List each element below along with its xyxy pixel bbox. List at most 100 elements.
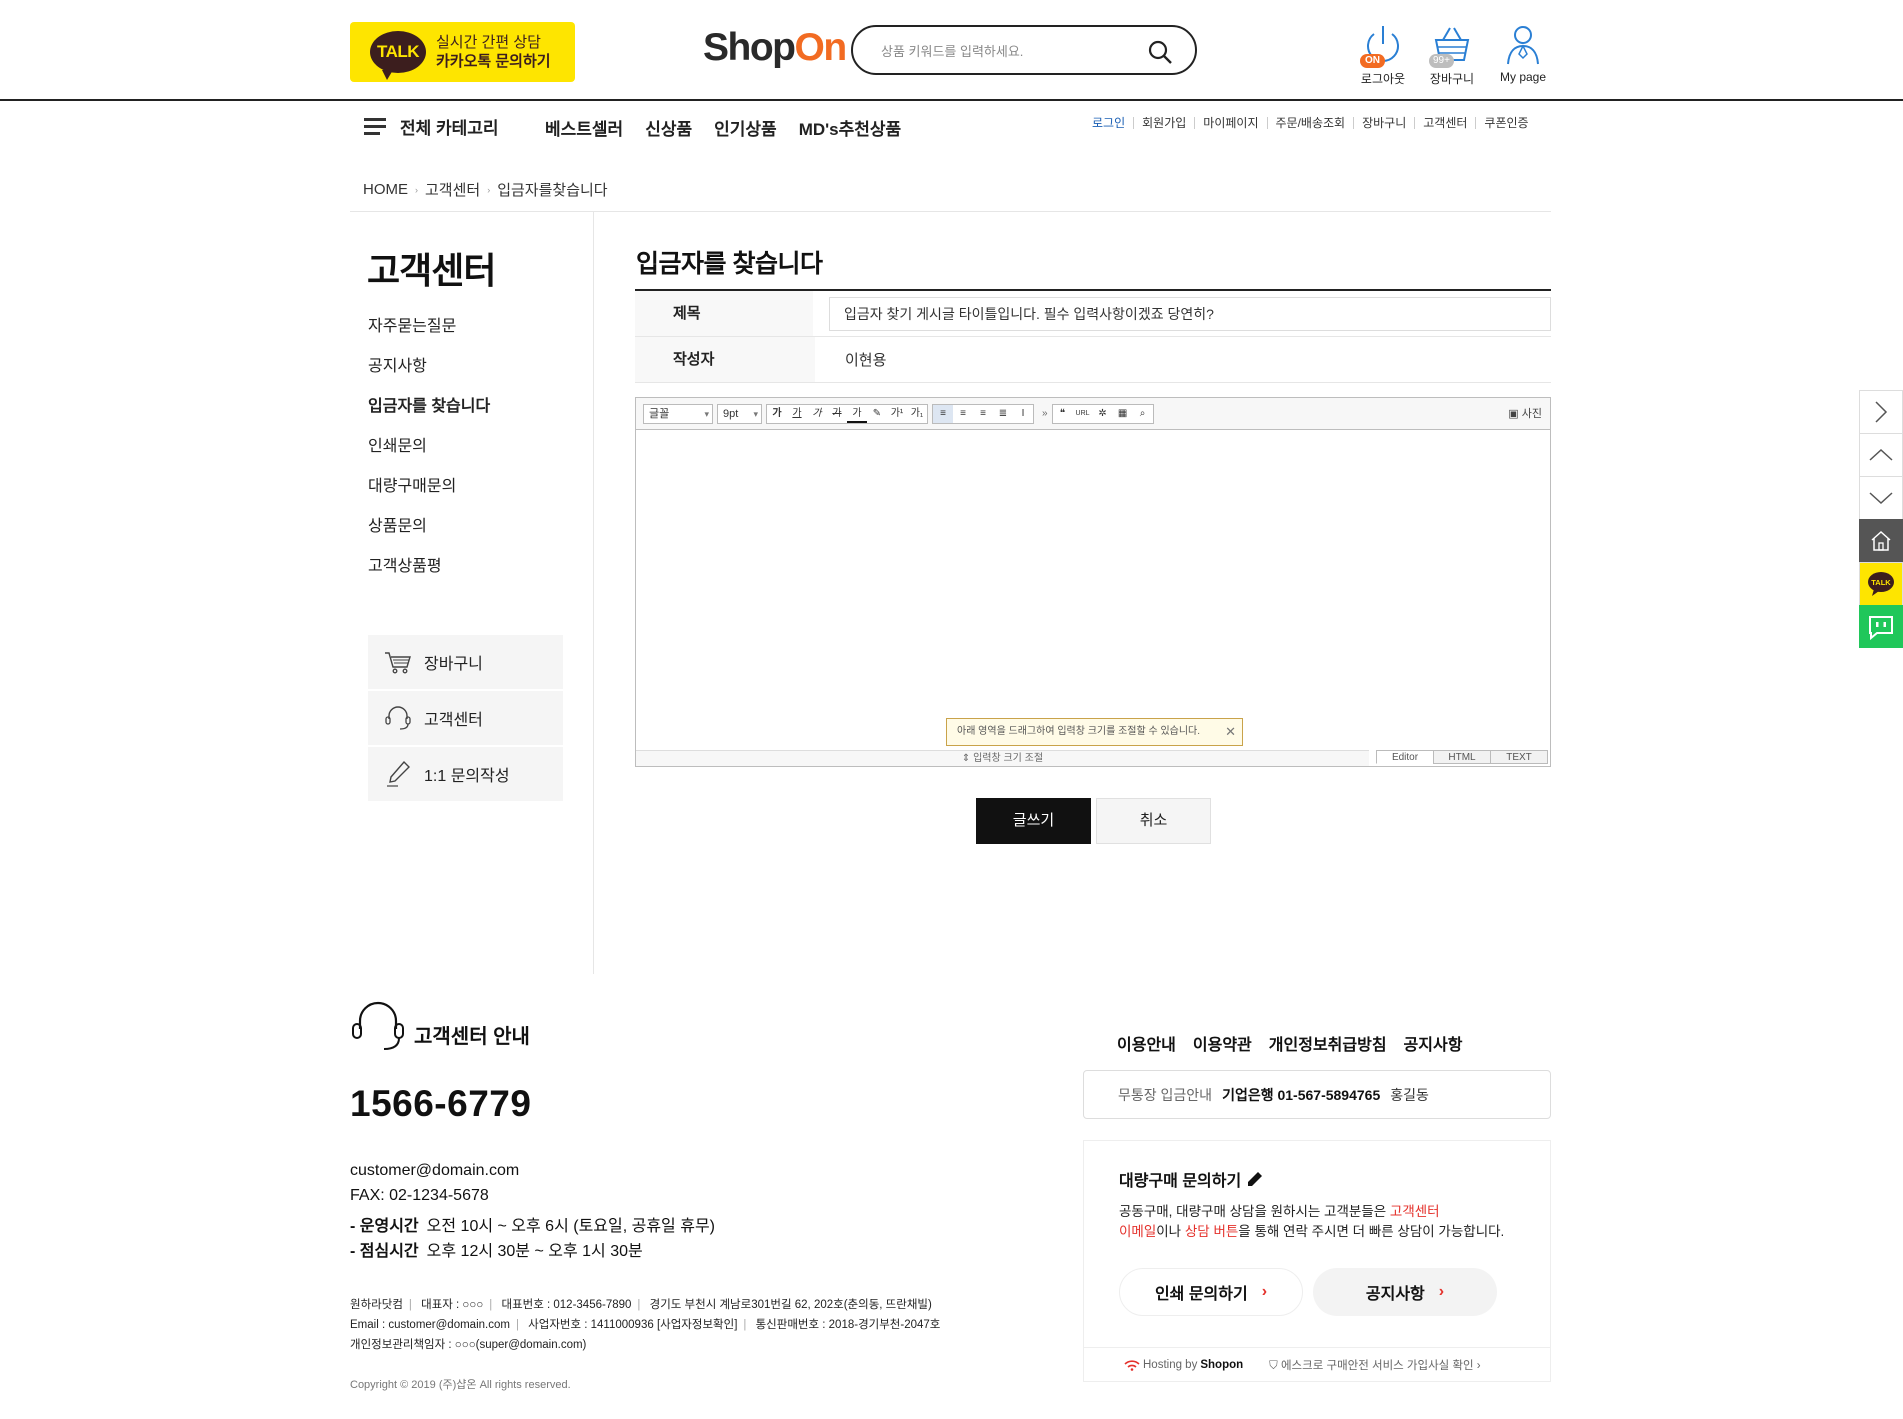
sidebar-item-faq[interactable]: 자주묻는질문 [368, 316, 490, 356]
util-customer-center[interactable]: 고객센터 [1414, 117, 1475, 129]
sidebar-menu: 자주묻는질문 공지사항 입금자를 찾습니다 인쇄문의 대량구매문의 상품문의 고… [368, 316, 490, 596]
submit-button[interactable]: 글쓰기 [976, 798, 1091, 844]
util-order-tracking[interactable]: 주문/배송조회 [1266, 117, 1354, 129]
superscript-button[interactable]: 가¹ [887, 405, 907, 423]
bulk-desc-email-link[interactable]: 이메일 [1119, 1224, 1156, 1239]
float-collapse[interactable] [1859, 390, 1903, 433]
subscript-button[interactable]: 가₁ [907, 405, 927, 423]
breadcrumb-home[interactable]: HOME [363, 181, 408, 198]
util-coupon[interactable]: 쿠폰인증 [1475, 117, 1536, 129]
highlight-icon[interactable]: ✎ [867, 405, 887, 423]
float-scroll-bottom[interactable] [1859, 476, 1903, 519]
sidebar-item-bulk-inquiry[interactable]: 대량구매문의 [368, 476, 490, 516]
wifi-icon [1124, 1360, 1140, 1371]
sidebar-item-print-inquiry[interactable]: 인쇄문의 [368, 436, 490, 476]
quote-icon[interactable]: ❝ [1053, 405, 1073, 423]
align-left-icon[interactable]: ≡ [933, 404, 953, 423]
font-size-select[interactable]: 9pt [717, 403, 762, 424]
menu-icon [364, 117, 386, 136]
hours-value: 오전 10시 ~ 오후 6시 (토요일, 공휴일 휴무) [426, 1218, 715, 1235]
breadcrumb-customer-center[interactable]: 고객센터 [425, 179, 480, 200]
hosting-brand[interactable]: Shopon [1200, 1359, 1243, 1371]
tab-text[interactable]: TEXT [1490, 750, 1548, 764]
search-icon[interactable] [1147, 39, 1173, 65]
util-login[interactable]: 로그인 [1092, 117, 1133, 129]
tab-editor[interactable]: Editor [1376, 750, 1434, 764]
footer-link-guide[interactable]: 이용안내 [1117, 1031, 1176, 1055]
align-right-icon[interactable]: ≡ [973, 405, 993, 423]
nav-md-picks[interactable]: MD's추천상품 [799, 115, 902, 140]
sidebar-item-product-inquiry[interactable]: 상품문의 [368, 516, 490, 556]
align-center-icon[interactable]: ≡ [953, 405, 973, 423]
sidebar-item-notice[interactable]: 공지사항 [368, 356, 490, 396]
sidebar-item-find-depositor[interactable]: 입금자를 찾습니다 [368, 396, 490, 436]
footer-link-terms[interactable]: 이용약관 [1193, 1031, 1252, 1055]
more-icon[interactable]: » [1042, 408, 1048, 419]
bulk-desc-cs-link[interactable]: 고객센터 [1390, 1204, 1440, 1219]
footer-cs-heading: 고객센터 안내 [350, 1001, 530, 1053]
kakao-chat-banner[interactable]: TALK 실시간 간편 상담 카카오톡 문의하기 [350, 22, 575, 82]
underline-button[interactable]: 가 [787, 405, 807, 423]
tab-html[interactable]: HTML [1433, 750, 1491, 764]
table-icon[interactable]: ▦ [1113, 405, 1133, 423]
biz-number[interactable]: 사업자번호 : 1411000936 [사업자정보확인] [528, 1319, 737, 1331]
font-color-button[interactable]: 가 [847, 405, 867, 423]
ceo: 대표자 : ○○○ [421, 1299, 484, 1311]
nav-popular[interactable]: 인기상품 [714, 115, 777, 140]
mypage-button[interactable]: My page [1488, 22, 1558, 84]
notice-button[interactable]: 공지사항 › [1313, 1268, 1497, 1316]
chevron-right-icon: › [1438, 1283, 1445, 1300]
float-home[interactable] [1859, 519, 1903, 562]
breadcrumb: HOME › 고객센터 › 입금자를찾습니다 [363, 179, 608, 200]
shield-icon: ⛉ [1269, 1360, 1278, 1372]
font-family-select[interactable]: 글꼴 [643, 403, 713, 424]
util-cart[interactable]: 장바구니 [1353, 117, 1414, 129]
bulk-desc-consult-link[interactable]: 상담 버튼 [1185, 1224, 1238, 1239]
text-style-group: 가 가 가 가 가 ✎ 가¹ 가₁ [766, 403, 928, 424]
align-justify-icon[interactable]: ≣ [993, 405, 1013, 423]
resize-tip: 아래 영역을 드래그하여 입력창 크기를 조절할 수 있습니다. ✕ [946, 718, 1243, 746]
quick-cart-label: 장바구니 [424, 656, 483, 673]
quick-customer-center[interactable]: 고객센터 [368, 691, 563, 747]
nav-new-products[interactable]: 신상품 [645, 115, 692, 140]
all-category-button[interactable]: 전체 카테고리 [364, 114, 499, 139]
footer [0, 974, 1903, 1419]
float-scroll-top[interactable] [1859, 433, 1903, 476]
editor-resize-handle[interactable]: ⇕ 입력창 크기 조절 [636, 750, 1369, 766]
bulk-box-footer: Hosting by Shopon ⛉ 에스크로 구매안전 서비스 가입사실 확인… [1084, 1347, 1550, 1382]
logo-on-text: On [794, 26, 847, 69]
util-signup[interactable]: 회원가입 [1133, 117, 1194, 129]
logout-button[interactable]: ON 로그아웃 [1348, 22, 1418, 87]
print-inquiry-button[interactable]: 인쇄 문의하기 › [1119, 1268, 1303, 1316]
subject-input[interactable] [829, 296, 1551, 331]
escrow-link[interactable]: ⛉ 에스크로 구매안전 서비스 가입사실 확인 › [1269, 1357, 1481, 1373]
bold-button[interactable]: 가 [767, 405, 787, 423]
quick-write-inquiry[interactable]: 1:1 문의작성 [368, 747, 563, 803]
strikethrough-button[interactable]: 가 [827, 405, 847, 423]
float-kakao[interactable]: TALK [1859, 562, 1903, 605]
utility-nav: 로그인 회원가입 마이페이지 주문/배송조회 장바구니 고객센터 쿠폰인증 [1092, 117, 1537, 129]
shopon-logo[interactable]: ShopOn [703, 26, 847, 70]
nav-bestseller[interactable]: 베스트셀러 [545, 115, 623, 140]
link-icon[interactable]: URL [1073, 405, 1093, 423]
find-icon[interactable]: ⌕ [1133, 405, 1153, 423]
main-nav: 베스트셀러 신상품 인기상품 MD's추천상품 [545, 115, 901, 140]
quick-cart[interactable]: 장바구니 [368, 635, 563, 691]
insert-photo-button[interactable]: ▣ 사진 [1508, 405, 1542, 421]
special-char-icon[interactable]: ✲ [1093, 405, 1113, 423]
photo-icon: ▣ [1508, 408, 1519, 420]
search-input[interactable] [881, 39, 1141, 63]
bulk-desc-text: 공동구매, 대량구매 상담을 원하시는 고객분들은 [1119, 1204, 1390, 1219]
close-icon[interactable]: ✕ [1225, 719, 1236, 745]
cart-button[interactable]: 99+ 장바구니 [1417, 22, 1487, 87]
footer-link-notice[interactable]: 공지사항 [1404, 1031, 1463, 1055]
footer-email[interactable]: customer@domain.com [350, 1158, 519, 1183]
line-height-icon[interactable]: I [1013, 405, 1033, 423]
cancel-button[interactable]: 취소 [1096, 798, 1211, 844]
float-chat[interactable] [1859, 605, 1903, 648]
footer-link-privacy[interactable]: 개인정보취급방침 [1269, 1031, 1387, 1055]
italic-button[interactable]: 가 [807, 405, 827, 423]
footer-contact: customer@domain.com FAX: 02-1234-5678 [350, 1158, 519, 1208]
sidebar-item-reviews[interactable]: 고객상품평 [368, 556, 490, 596]
util-mypage[interactable]: 마이페이지 [1194, 117, 1266, 129]
